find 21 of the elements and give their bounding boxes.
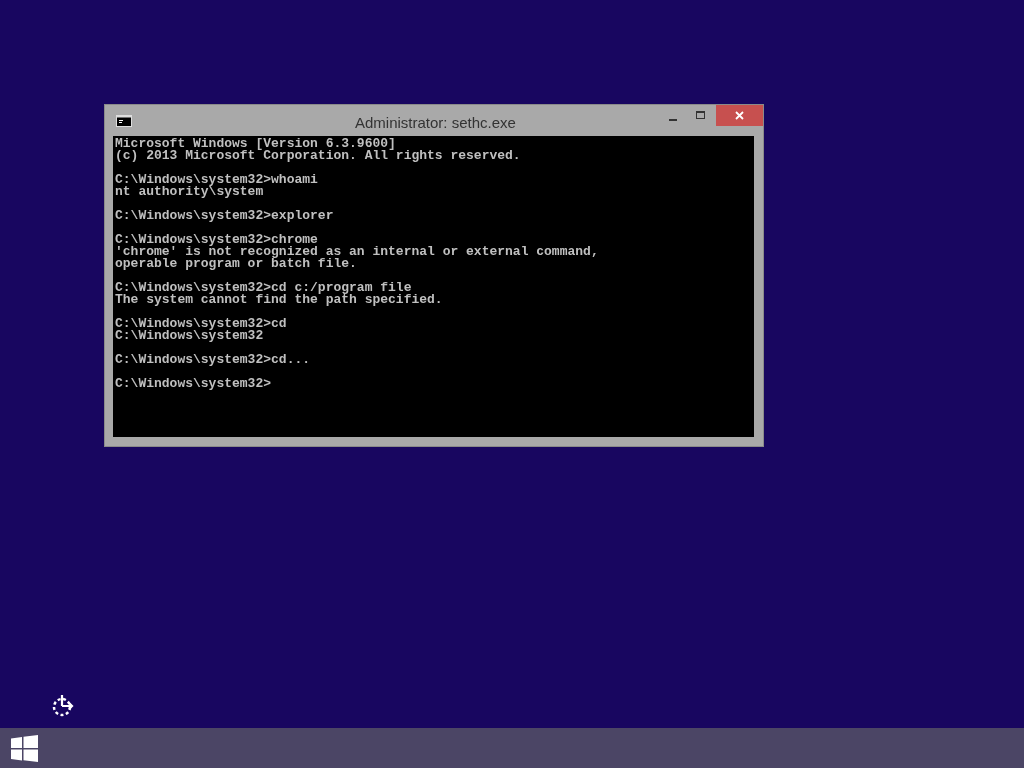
start-button[interactable] (11, 734, 38, 762)
console-line: C:\Windows\system32>cd (115, 318, 288, 330)
close-button[interactable] (716, 105, 763, 126)
console-line: operable program or batch file. (115, 258, 358, 270)
console-line: C:\Windows\system32>cd... (115, 354, 312, 366)
console-line: 'chrome' is not recognized as an internal or external command, (115, 246, 600, 258)
console-line: C:\Windows\system32 (115, 330, 264, 342)
console-line: C:\Windows\system32>explorer (115, 210, 335, 222)
console-line: C:\Windows\system32>cd c:/program file (115, 282, 412, 294)
console-line: nt authority\system (115, 186, 264, 198)
window-title: Administrator: sethc.exe (355, 113, 516, 133)
minimize-icon (669, 119, 677, 121)
console-line: C:\Windows\system32>whoami (115, 174, 319, 186)
console-icon (116, 115, 132, 127)
console-line: The system cannot find the path specified. (115, 294, 444, 306)
maximize-icon (695, 111, 705, 119)
console-line: C:\Windows\system32> (115, 378, 273, 390)
console-line: Microsoft Windows [Version 6.3.9600] (115, 138, 397, 150)
close-icon (735, 111, 744, 120)
console-line: C:\Windows\system32>chrome (115, 234, 319, 246)
console-line: (c) 2013 Microsoft Corporation. All rights reserved. (115, 150, 522, 162)
